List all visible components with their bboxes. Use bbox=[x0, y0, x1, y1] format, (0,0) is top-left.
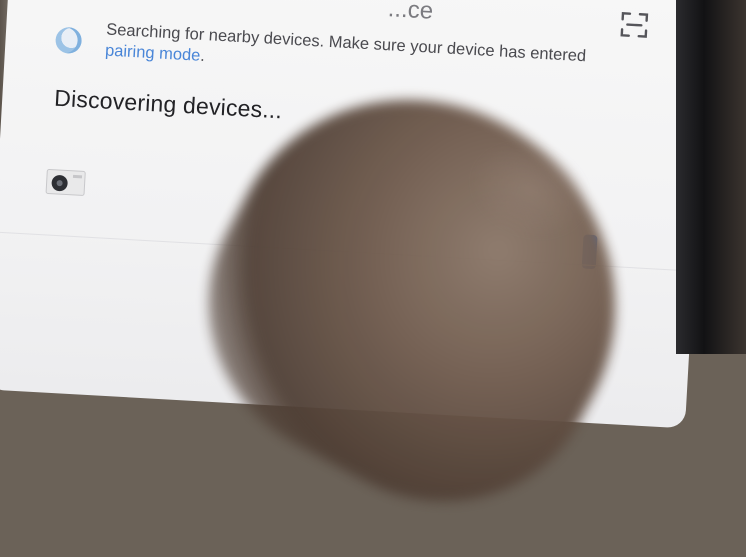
pairing-mode-link[interactable]: pairing mode bbox=[105, 41, 201, 64]
page-title: ...ce bbox=[387, 0, 434, 25]
loading-spinner-icon bbox=[54, 26, 83, 55]
search-status-text: Searching for nearby devices. Make sure … bbox=[104, 19, 626, 90]
search-status-suffix: . bbox=[199, 46, 206, 66]
phone-bezel-right bbox=[676, 0, 746, 354]
scan-frame-icon[interactable] bbox=[619, 9, 651, 41]
discovering-heading: Discovering devices... bbox=[53, 84, 283, 124]
air-conditioner-unit-icon[interactable] bbox=[45, 167, 88, 197]
